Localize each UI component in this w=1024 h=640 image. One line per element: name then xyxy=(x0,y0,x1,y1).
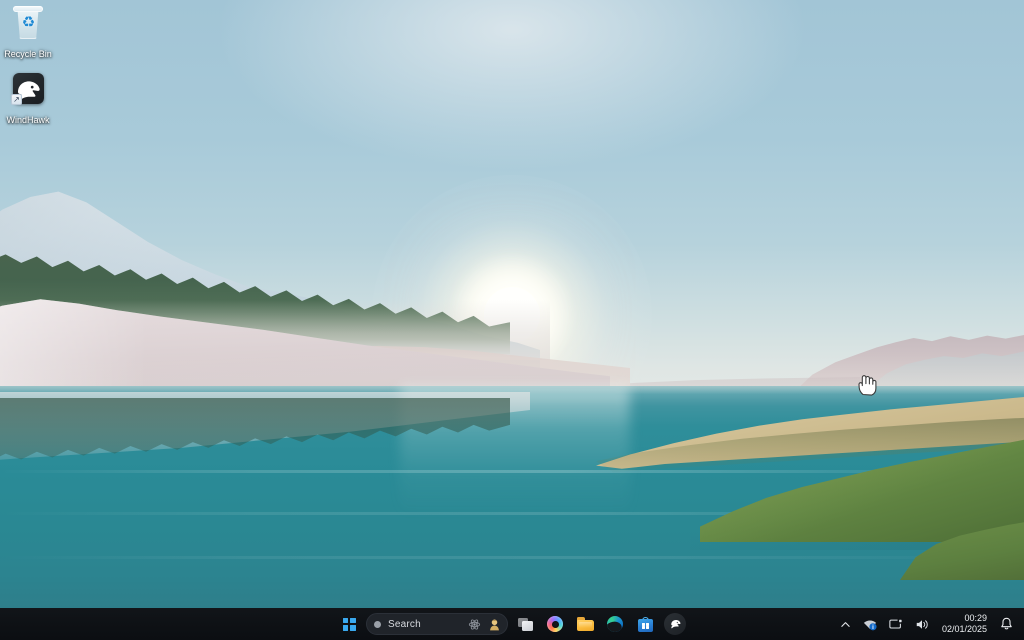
task-view-button[interactable] xyxy=(512,611,538,637)
water-streak xyxy=(0,556,1024,559)
search-dot-icon xyxy=(374,621,381,628)
cast-display-button[interactable] xyxy=(884,612,908,636)
copilot-icon xyxy=(547,616,563,632)
network-status-button[interactable]: i xyxy=(858,612,882,636)
chevron-up-icon xyxy=(840,619,851,630)
task-view-icon xyxy=(518,618,533,631)
microsoft-edge-button[interactable] xyxy=(602,611,628,637)
volume-button[interactable] xyxy=(910,612,934,636)
pointing-hand-cursor xyxy=(856,373,878,397)
show-hidden-icons-button[interactable] xyxy=(835,612,856,636)
shortcut-arrow-icon: ↗ xyxy=(11,94,22,105)
windhawk-eagle-icon: ↗ xyxy=(8,72,48,112)
desktop-icon-recycle-bin[interactable]: ♻ Recycle Bin xyxy=(0,6,61,60)
taskbar[interactable]: Search xyxy=(0,608,1024,640)
file-explorer-button[interactable] xyxy=(572,611,598,637)
windhawk-eagle-icon xyxy=(664,613,686,635)
copilot-button[interactable] xyxy=(542,611,568,637)
microsoft-store-button[interactable] xyxy=(632,611,658,637)
svg-text:i: i xyxy=(872,624,874,631)
edge-icon xyxy=(607,616,623,632)
desktop-icon-label: Recycle Bin xyxy=(0,49,61,60)
store-bag-icon xyxy=(638,617,653,632)
clock[interactable]: 00:29 02/01/2025 xyxy=(936,611,993,637)
bell-icon xyxy=(1000,617,1013,631)
desktop-icon-windhawk[interactable]: ↗ WindHawk xyxy=(0,72,61,126)
atom-highlights-icon[interactable] xyxy=(468,618,481,631)
start-button[interactable] xyxy=(336,611,362,637)
network-status-icon: i xyxy=(863,618,877,631)
windows-logo-icon xyxy=(343,618,356,631)
monitor-icon xyxy=(889,618,903,631)
speaker-icon xyxy=(915,618,929,631)
folder-icon xyxy=(577,617,594,631)
search-placeholder: Search xyxy=(388,619,461,630)
clock-date: 02/01/2025 xyxy=(942,624,987,635)
notifications-button[interactable] xyxy=(995,612,1018,636)
desktop-wallpaper xyxy=(0,0,1024,640)
desktop-root[interactable]: ♻ Recycle Bin ↗ WindHawk xyxy=(0,0,1024,640)
taskbar-center-group: Search xyxy=(336,608,688,640)
clock-time: 00:29 xyxy=(964,613,987,624)
recycle-bin-icon: ♻ xyxy=(8,6,48,46)
search-input[interactable]: Search xyxy=(366,613,508,635)
desktop-icon-label: WindHawk xyxy=(0,115,61,126)
windhawk-taskbar-button[interactable] xyxy=(662,611,688,637)
system-tray: i 00:29 02/01/2025 xyxy=(835,608,1018,640)
character-avatar-icon[interactable] xyxy=(488,618,501,631)
